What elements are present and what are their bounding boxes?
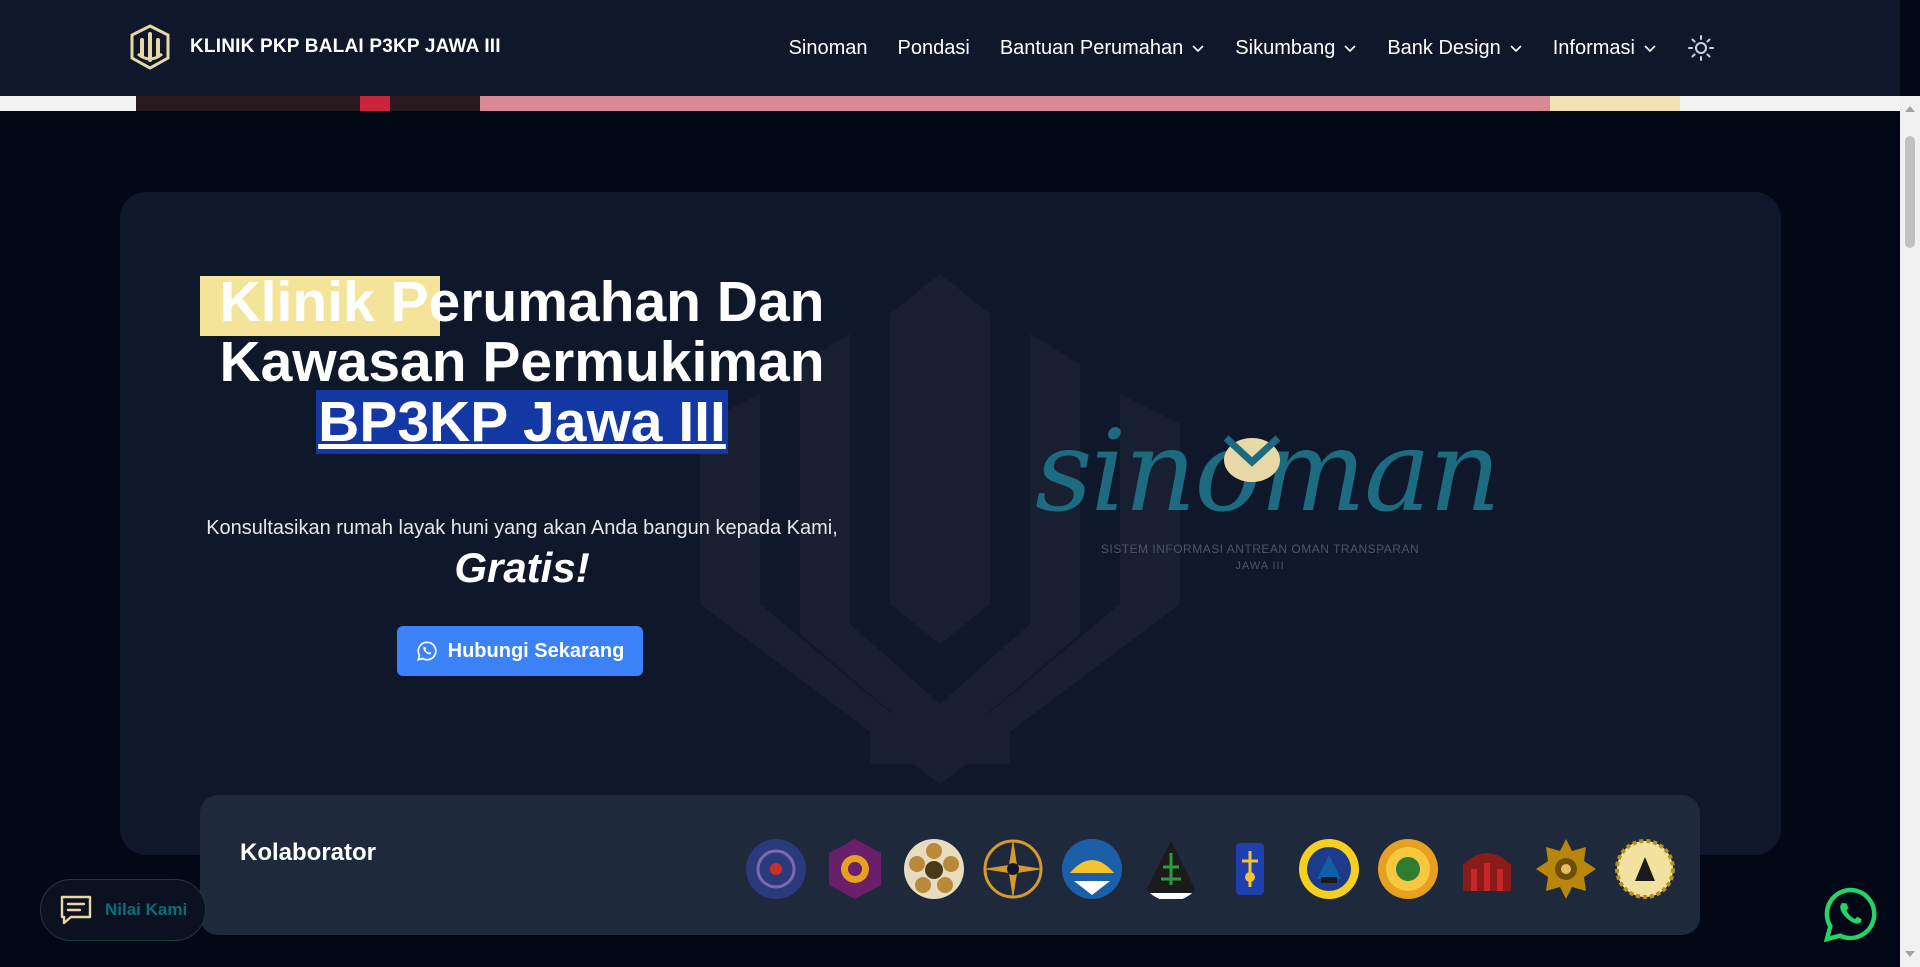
nav-label: Informasi	[1552, 36, 1635, 59]
sun-icon[interactable]	[1687, 34, 1715, 62]
title-highlight-text: Klinik Pe	[219, 270, 461, 334]
chevron-down-icon	[1644, 45, 1656, 53]
title-line-2: Kawasan Permukiman	[219, 330, 825, 394]
banner-image-edge	[0, 96, 1900, 111]
university-seal-10-icon[interactable]	[1455, 837, 1519, 901]
chevron-down-icon	[1192, 45, 1204, 53]
title-line-3: BP3KP Jawa III	[202, 390, 842, 454]
contact-now-button[interactable]: Hubungi Sekarang	[397, 626, 643, 676]
nav-item-pondasi[interactable]: Pondasi	[898, 37, 970, 60]
nav-label: Bantuan Perumahan	[999, 36, 1184, 59]
university-seal-7-icon[interactable]	[1218, 837, 1282, 901]
title-text: rumahan Dan	[460, 270, 825, 334]
sinoman-mark-icon	[1223, 435, 1281, 482]
title-highlight-blue: BP3KP Jawa III	[316, 390, 728, 454]
collaborator-title: Kolaborator	[240, 839, 377, 866]
hero-title: Klinik Perumahan Dan Kawasan Permukiman …	[202, 272, 842, 454]
page-scrollbar[interactable]	[1900, 96, 1920, 967]
university-seal-4-icon[interactable]	[981, 837, 1045, 901]
sinoman-subtitle-region: JAWA III	[1235, 560, 1285, 572]
scroll-thumb[interactable]	[1905, 136, 1915, 248]
scroll-up-arrow[interactable]	[1905, 106, 1915, 112]
building-logo-icon	[130, 24, 170, 70]
hero-card: Klinik Perumahan Dan Kawasan Permukiman …	[120, 192, 1781, 855]
sinoman-logo: sinoman SISTEM INFORMASI ANTREAN OMAN TR…	[1035, 412, 1501, 572]
brand-link[interactable]: KLINIK PKP BALAI P3KP JAWA III	[128, 24, 501, 70]
nav-item-bank-design[interactable]: Bank Design	[1387, 37, 1522, 60]
university-seal-12-icon[interactable]	[1613, 837, 1677, 901]
nav-item-sinoman[interactable]: Sinoman	[789, 37, 868, 60]
university-seal-1-icon[interactable]	[744, 837, 808, 901]
sinoman-subtitle: SISTEM INFORMASI ANTREAN OMAN TRANSPARAN	[1100, 542, 1420, 556]
chevron-down-icon	[1510, 45, 1522, 53]
hero-description: Konsultasikan rumah layak huni yang akan…	[206, 517, 838, 539]
nav-item-sikumbang[interactable]: Sikumbang	[1235, 37, 1357, 60]
rate-us-label: Nilai Kami	[105, 900, 188, 919]
nav-label: Sikumbang	[1235, 36, 1336, 59]
nav-item-bantuan-perumahan[interactable]: Bantuan Perumahan	[1000, 37, 1205, 60]
whatsapp-icon	[416, 641, 437, 661]
university-seal-2-icon[interactable]	[823, 837, 887, 901]
main-nav: Sinoman Pondasi Bantuan Perumahan Sikumb…	[759, 34, 1715, 62]
hero-free-text: Gratis!	[454, 544, 590, 591]
ugm-seal-icon[interactable]	[902, 837, 966, 901]
rate-us-button[interactable]: Nilai Kami	[40, 879, 206, 941]
nav-item-informasi[interactable]: Informasi	[1553, 37, 1657, 60]
collaborator-section: Kolaborator	[200, 795, 1700, 935]
university-seal-8-icon[interactable]	[1297, 837, 1361, 901]
scroll-down-arrow[interactable]	[1905, 951, 1915, 957]
university-seal-5-icon[interactable]	[1060, 837, 1124, 901]
whatsapp-icon[interactable]	[1822, 886, 1880, 944]
university-seal-11-icon[interactable]	[1534, 837, 1598, 901]
university-seal-6-icon[interactable]	[1139, 837, 1203, 901]
collaborator-logos	[744, 837, 1692, 901]
navbar: KLINIK PKP BALAI P3KP JAWA III Sinoman P…	[0, 0, 1900, 96]
nav-label: Sinoman	[788, 36, 868, 59]
chat-icon	[60, 895, 92, 925]
nav-label: Bank Design	[1387, 36, 1501, 59]
university-seal-9-icon[interactable]	[1376, 837, 1440, 901]
chevron-down-icon	[1344, 45, 1356, 53]
brand-name: KLINIK PKP BALAI P3KP JAWA III	[190, 36, 501, 57]
cta-label: Hubungi Sekarang	[447, 639, 625, 662]
title-line-1: Klinik Perumahan Dan	[202, 272, 842, 332]
nav-label: Pondasi	[897, 36, 970, 59]
